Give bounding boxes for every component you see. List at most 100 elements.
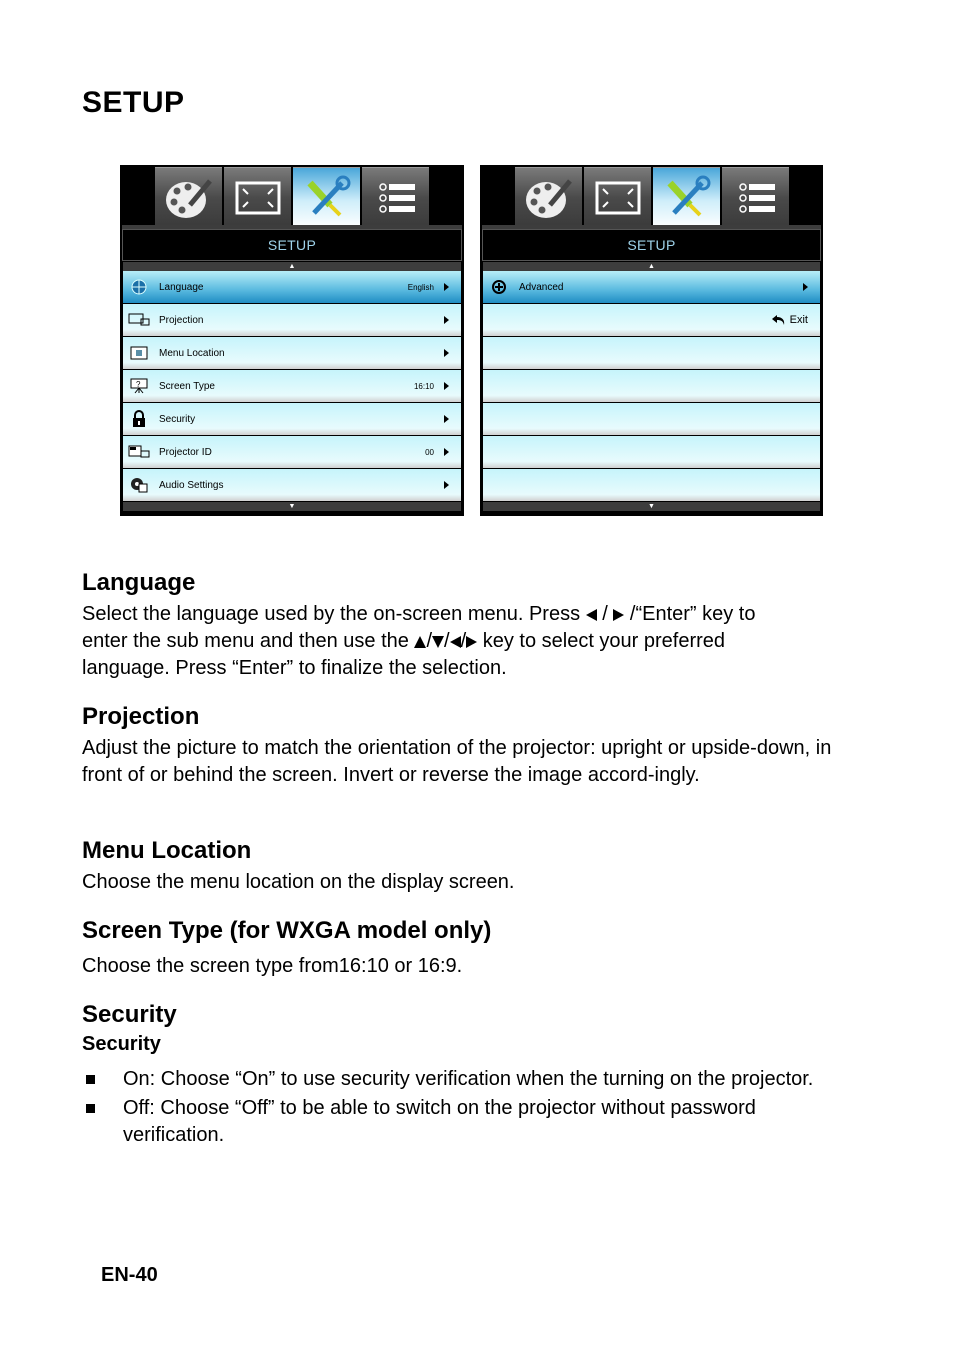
- menu-item-label: Language: [159, 281, 204, 293]
- exit-label: Exit: [789, 314, 808, 326]
- tab-options[interactable]: [362, 167, 429, 228]
- bullet-icon: [86, 1104, 95, 1113]
- menu-item-menu-location[interactable]: Menu Location: [123, 337, 461, 369]
- menu-item-empty: [483, 337, 820, 369]
- bullet-icon: [86, 1075, 95, 1084]
- chevron-right-icon: [803, 283, 808, 291]
- down-arrow-key-icon: [432, 635, 445, 648]
- svg-text:?: ?: [136, 380, 141, 389]
- lock-icon: [128, 410, 150, 428]
- menu-item-value: 00: [425, 447, 434, 457]
- tab-image[interactable]: [155, 167, 222, 228]
- projection-heading: Projection: [82, 703, 200, 730]
- menu-location-icon: [128, 344, 150, 362]
- chevron-right-icon: [444, 382, 449, 390]
- projector-id-icon: [128, 443, 150, 461]
- osd-setup-menu: SETUP ▲ Language English Projection Menu…: [120, 165, 464, 516]
- list-item: Off: Choose “Off” to be able to switch o…: [82, 1095, 862, 1149]
- menu-item-security[interactable]: Security: [123, 403, 461, 435]
- page-number: EN-40: [101, 1264, 158, 1286]
- security-options-list: On: Choose “On” to use security verifica…: [82, 1066, 862, 1151]
- menu-item-language[interactable]: Language English: [123, 271, 461, 303]
- tab-options[interactable]: [722, 167, 789, 228]
- menu-item-label: Security: [159, 413, 196, 425]
- tab-setup[interactable]: [653, 167, 720, 228]
- options-icon: [378, 183, 415, 213]
- security-heading: Security: [82, 1001, 177, 1028]
- language-description: Select the language used by the on-scree…: [82, 603, 756, 679]
- options-icon: [738, 183, 775, 213]
- audio-settings-icon: [128, 476, 150, 494]
- security-subheading: Security: [82, 1033, 161, 1055]
- scroll-up-button[interactable]: ▲: [123, 262, 461, 271]
- menu-location-description: Choose the menu location on the display …: [82, 871, 515, 893]
- menu-item-label: Advanced: [519, 281, 564, 293]
- display-icon: [595, 181, 640, 215]
- chevron-right-icon: [444, 481, 449, 489]
- screen-type-heading: Screen Type (for WXGA model only): [82, 917, 492, 944]
- right-arrow-key-icon: [466, 635, 478, 648]
- display-icon: [235, 181, 280, 215]
- chevron-right-icon: [444, 448, 449, 456]
- advanced-icon: [488, 278, 510, 296]
- menu-item-projection[interactable]: Projection: [123, 304, 461, 336]
- globe-icon: [128, 278, 150, 296]
- menu-item-label: Menu Location: [159, 347, 225, 359]
- menu-item-projector-id[interactable]: Projector ID 00: [123, 436, 461, 468]
- scroll-down-button[interactable]: ▼: [483, 502, 820, 511]
- osd-menu-list: Advanced Exit: [483, 271, 820, 502]
- language-heading: Language: [82, 569, 196, 596]
- menu-item-audio-settings[interactable]: Audio Settings: [123, 469, 461, 501]
- chevron-right-icon: [444, 415, 449, 423]
- tab-display[interactable]: [224, 167, 291, 228]
- osd-title: SETUP: [122, 229, 462, 261]
- chevron-right-icon: [444, 349, 449, 357]
- left-arrow-key-icon: [449, 635, 461, 648]
- page-title: SETUP: [82, 86, 185, 119]
- chevron-right-icon: [444, 283, 449, 291]
- menu-item-label: Screen Type: [159, 380, 215, 392]
- menu-location-heading: Menu Location: [82, 837, 252, 864]
- scroll-down-button[interactable]: ▼: [123, 502, 461, 511]
- osd-setup-advanced-menu: SETUP ▲ Advanced Exit ▼: [480, 165, 823, 516]
- menu-item-advanced[interactable]: Advanced: [483, 271, 820, 303]
- menu-item-label: Projector ID: [159, 446, 212, 458]
- right-arrow-key-icon: [613, 608, 625, 621]
- menu-item-empty: [483, 370, 820, 402]
- text: Select the language used by the on-scree…: [82, 603, 586, 625]
- screen-type-description: Choose the screen type from16:10 or 16:9…: [82, 955, 463, 977]
- tab-display[interactable]: [584, 167, 651, 228]
- list-item-text: On: Choose “On” to use security verifica…: [123, 1068, 814, 1090]
- palette-icon: [525, 179, 572, 218]
- menu-item-empty: [483, 436, 820, 468]
- menu-item-empty: [483, 403, 820, 435]
- tab-image[interactable]: [515, 167, 582, 228]
- text: /“Enter” key to: [624, 603, 756, 625]
- osd-title: SETUP: [482, 229, 821, 261]
- list-item-text: Off: Choose “Off” to be able to switch o…: [123, 1097, 756, 1146]
- text: enter the sub menu and then use the: [82, 630, 415, 652]
- exit-button[interactable]: Exit: [771, 314, 808, 326]
- projection-description: Adjust the picture to match the orientat…: [82, 737, 832, 786]
- scroll-up-button[interactable]: ▲: [483, 262, 820, 271]
- projection-icon: [128, 311, 150, 329]
- text: language. Press “Enter” to finalize the …: [82, 657, 507, 679]
- osd-tabs: [155, 167, 429, 228]
- menu-item-empty: [483, 469, 820, 501]
- menu-item-label: Projection: [159, 314, 204, 326]
- chevron-right-icon: [444, 316, 449, 324]
- osd-tabs: [515, 167, 789, 228]
- left-arrow-key-icon: [585, 608, 597, 621]
- menu-item-value: 16:10: [413, 381, 434, 391]
- menu-item-exit-row: Exit: [483, 304, 820, 336]
- tab-setup[interactable]: [293, 167, 360, 228]
- text: key to select your preferred: [477, 630, 726, 652]
- tools-icon: [666, 175, 710, 217]
- palette-icon: [165, 179, 212, 218]
- osd-menu-list: Language English Projection Menu Locatio…: [123, 271, 461, 502]
- tools-icon: [306, 175, 350, 217]
- screen-type-icon: ?: [128, 377, 150, 395]
- menu-item-screen-type[interactable]: ? Screen Type 16:10: [123, 370, 461, 402]
- menu-item-value: English: [407, 282, 434, 292]
- list-item: On: Choose “On” to use security verifica…: [82, 1066, 862, 1093]
